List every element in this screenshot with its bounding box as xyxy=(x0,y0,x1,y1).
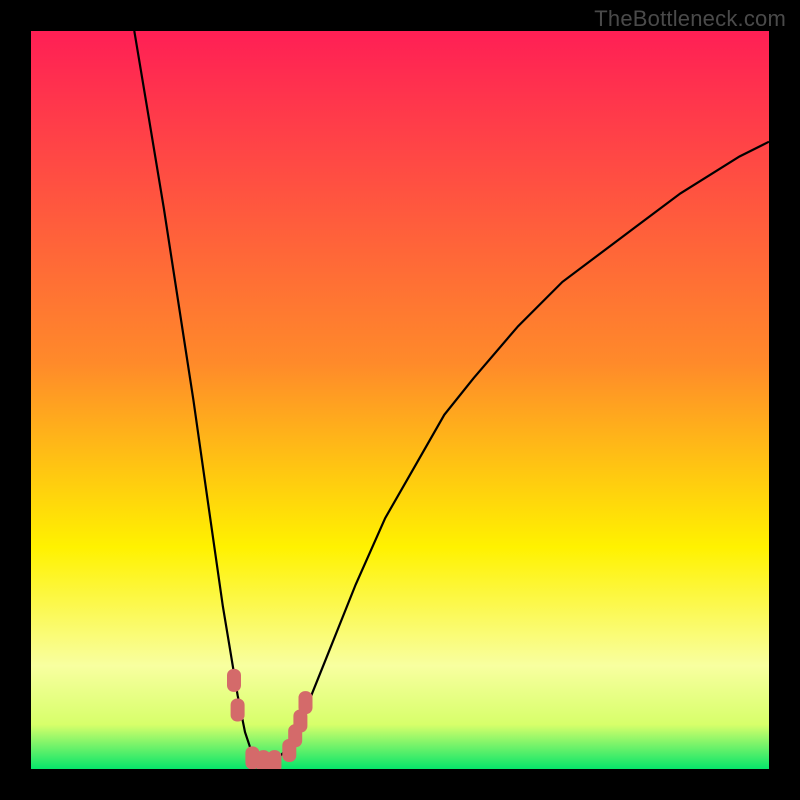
marker xyxy=(268,751,281,769)
gradient-background xyxy=(31,31,769,769)
marker xyxy=(231,699,244,721)
marker xyxy=(228,669,241,691)
chart-frame: TheBottleneck.com xyxy=(0,0,800,800)
plot-svg xyxy=(31,31,769,769)
plot-area xyxy=(31,31,769,769)
watermark-text: TheBottleneck.com xyxy=(594,6,786,32)
marker xyxy=(299,692,312,714)
